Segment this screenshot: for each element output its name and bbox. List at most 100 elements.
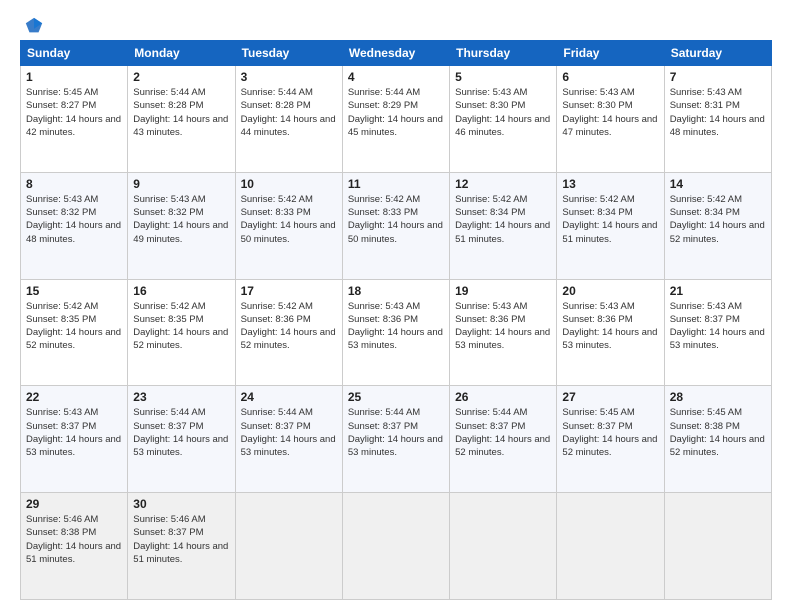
day-info: Sunrise: 5:44 AM Sunset: 8:37 PM Dayligh… — [348, 406, 444, 459]
calendar-cell: 23 Sunrise: 5:44 AM Sunset: 8:37 PM Dayl… — [128, 386, 235, 493]
day-info: Sunrise: 5:44 AM Sunset: 8:37 PM Dayligh… — [241, 406, 337, 459]
calendar-cell: 13 Sunrise: 5:42 AM Sunset: 8:34 PM Dayl… — [557, 172, 664, 279]
day-number: 7 — [670, 70, 766, 84]
calendar-table: SundayMondayTuesdayWednesdayThursdayFrid… — [20, 40, 772, 600]
calendar-cell: 20 Sunrise: 5:43 AM Sunset: 8:36 PM Dayl… — [557, 279, 664, 386]
calendar-cell: 30 Sunrise: 5:46 AM Sunset: 8:37 PM Dayl… — [128, 493, 235, 600]
day-number: 8 — [26, 177, 122, 191]
calendar-cell — [235, 493, 342, 600]
calendar-cell: 22 Sunrise: 5:43 AM Sunset: 8:37 PM Dayl… — [21, 386, 128, 493]
calendar-cell — [450, 493, 557, 600]
day-number: 25 — [348, 390, 444, 404]
day-header-thursday: Thursday — [450, 41, 557, 66]
day-info: Sunrise: 5:42 AM Sunset: 8:34 PM Dayligh… — [562, 193, 658, 246]
calendar-cell: 7 Sunrise: 5:43 AM Sunset: 8:31 PM Dayli… — [664, 66, 771, 173]
day-info: Sunrise: 5:43 AM Sunset: 8:36 PM Dayligh… — [348, 300, 444, 353]
calendar-cell: 27 Sunrise: 5:45 AM Sunset: 8:37 PM Dayl… — [557, 386, 664, 493]
calendar-cell: 8 Sunrise: 5:43 AM Sunset: 8:32 PM Dayli… — [21, 172, 128, 279]
calendar-cell: 16 Sunrise: 5:42 AM Sunset: 8:35 PM Dayl… — [128, 279, 235, 386]
calendar-cell: 24 Sunrise: 5:44 AM Sunset: 8:37 PM Dayl… — [235, 386, 342, 493]
day-info: Sunrise: 5:42 AM Sunset: 8:35 PM Dayligh… — [133, 300, 229, 353]
day-info: Sunrise: 5:42 AM Sunset: 8:33 PM Dayligh… — [348, 193, 444, 246]
day-number: 19 — [455, 284, 551, 298]
calendar-cell: 6 Sunrise: 5:43 AM Sunset: 8:30 PM Dayli… — [557, 66, 664, 173]
day-header-monday: Monday — [128, 41, 235, 66]
calendar-cell — [664, 493, 771, 600]
day-info: Sunrise: 5:46 AM Sunset: 8:37 PM Dayligh… — [133, 513, 229, 566]
day-number: 23 — [133, 390, 229, 404]
day-info: Sunrise: 5:42 AM Sunset: 8:33 PM Dayligh… — [241, 193, 337, 246]
day-number: 27 — [562, 390, 658, 404]
day-number: 16 — [133, 284, 229, 298]
calendar-cell: 4 Sunrise: 5:44 AM Sunset: 8:29 PM Dayli… — [342, 66, 449, 173]
calendar-cell — [557, 493, 664, 600]
day-info: Sunrise: 5:42 AM Sunset: 8:35 PM Dayligh… — [26, 300, 122, 353]
calendar-week-2: 8 Sunrise: 5:43 AM Sunset: 8:32 PM Dayli… — [21, 172, 772, 279]
day-info: Sunrise: 5:43 AM Sunset: 8:37 PM Dayligh… — [26, 406, 122, 459]
day-info: Sunrise: 5:43 AM Sunset: 8:36 PM Dayligh… — [455, 300, 551, 353]
day-info: Sunrise: 5:46 AM Sunset: 8:38 PM Dayligh… — [26, 513, 122, 566]
header — [20, 16, 772, 30]
calendar-cell: 28 Sunrise: 5:45 AM Sunset: 8:38 PM Dayl… — [664, 386, 771, 493]
day-number: 5 — [455, 70, 551, 84]
day-info: Sunrise: 5:42 AM Sunset: 8:36 PM Dayligh… — [241, 300, 337, 353]
day-number: 4 — [348, 70, 444, 84]
day-info: Sunrise: 5:45 AM Sunset: 8:27 PM Dayligh… — [26, 86, 122, 139]
calendar-cell: 18 Sunrise: 5:43 AM Sunset: 8:36 PM Dayl… — [342, 279, 449, 386]
day-info: Sunrise: 5:43 AM Sunset: 8:31 PM Dayligh… — [670, 86, 766, 139]
day-number: 15 — [26, 284, 122, 298]
day-header-friday: Friday — [557, 41, 664, 66]
day-number: 24 — [241, 390, 337, 404]
calendar-cell: 25 Sunrise: 5:44 AM Sunset: 8:37 PM Dayl… — [342, 386, 449, 493]
calendar-header-row: SundayMondayTuesdayWednesdayThursdayFrid… — [21, 41, 772, 66]
calendar-cell: 12 Sunrise: 5:42 AM Sunset: 8:34 PM Dayl… — [450, 172, 557, 279]
calendar-cell: 26 Sunrise: 5:44 AM Sunset: 8:37 PM Dayl… — [450, 386, 557, 493]
calendar-week-1: 1 Sunrise: 5:45 AM Sunset: 8:27 PM Dayli… — [21, 66, 772, 173]
day-info: Sunrise: 5:45 AM Sunset: 8:37 PM Dayligh… — [562, 406, 658, 459]
day-number: 21 — [670, 284, 766, 298]
day-info: Sunrise: 5:44 AM Sunset: 8:29 PM Dayligh… — [348, 86, 444, 139]
calendar-cell: 15 Sunrise: 5:42 AM Sunset: 8:35 PM Dayl… — [21, 279, 128, 386]
day-header-sunday: Sunday — [21, 41, 128, 66]
day-number: 3 — [241, 70, 337, 84]
calendar-cell: 9 Sunrise: 5:43 AM Sunset: 8:32 PM Dayli… — [128, 172, 235, 279]
calendar-cell: 21 Sunrise: 5:43 AM Sunset: 8:37 PM Dayl… — [664, 279, 771, 386]
calendar-cell: 5 Sunrise: 5:43 AM Sunset: 8:30 PM Dayli… — [450, 66, 557, 173]
calendar-week-4: 22 Sunrise: 5:43 AM Sunset: 8:37 PM Dayl… — [21, 386, 772, 493]
day-info: Sunrise: 5:43 AM Sunset: 8:32 PM Dayligh… — [133, 193, 229, 246]
calendar-body: 1 Sunrise: 5:45 AM Sunset: 8:27 PM Dayli… — [21, 66, 772, 600]
day-number: 28 — [670, 390, 766, 404]
day-info: Sunrise: 5:44 AM Sunset: 8:37 PM Dayligh… — [133, 406, 229, 459]
day-number: 14 — [670, 177, 766, 191]
day-number: 18 — [348, 284, 444, 298]
calendar-week-3: 15 Sunrise: 5:42 AM Sunset: 8:35 PM Dayl… — [21, 279, 772, 386]
day-number: 1 — [26, 70, 122, 84]
logo-flag-icon — [24, 16, 44, 36]
day-number: 17 — [241, 284, 337, 298]
day-header-tuesday: Tuesday — [235, 41, 342, 66]
day-info: Sunrise: 5:45 AM Sunset: 8:38 PM Dayligh… — [670, 406, 766, 459]
day-number: 10 — [241, 177, 337, 191]
calendar-cell: 1 Sunrise: 5:45 AM Sunset: 8:27 PM Dayli… — [21, 66, 128, 173]
page: SundayMondayTuesdayWednesdayThursdayFrid… — [0, 0, 792, 612]
day-number: 20 — [562, 284, 658, 298]
calendar-cell: 29 Sunrise: 5:46 AM Sunset: 8:38 PM Dayl… — [21, 493, 128, 600]
day-number: 22 — [26, 390, 122, 404]
calendar-cell: 17 Sunrise: 5:42 AM Sunset: 8:36 PM Dayl… — [235, 279, 342, 386]
calendar-cell: 19 Sunrise: 5:43 AM Sunset: 8:36 PM Dayl… — [450, 279, 557, 386]
day-number: 13 — [562, 177, 658, 191]
day-info: Sunrise: 5:42 AM Sunset: 8:34 PM Dayligh… — [455, 193, 551, 246]
day-info: Sunrise: 5:43 AM Sunset: 8:30 PM Dayligh… — [562, 86, 658, 139]
day-number: 2 — [133, 70, 229, 84]
day-info: Sunrise: 5:42 AM Sunset: 8:34 PM Dayligh… — [670, 193, 766, 246]
calendar-cell: 14 Sunrise: 5:42 AM Sunset: 8:34 PM Dayl… — [664, 172, 771, 279]
day-header-saturday: Saturday — [664, 41, 771, 66]
day-info: Sunrise: 5:44 AM Sunset: 8:28 PM Dayligh… — [133, 86, 229, 139]
day-number: 12 — [455, 177, 551, 191]
calendar-cell: 3 Sunrise: 5:44 AM Sunset: 8:28 PM Dayli… — [235, 66, 342, 173]
day-info: Sunrise: 5:43 AM Sunset: 8:37 PM Dayligh… — [670, 300, 766, 353]
day-info: Sunrise: 5:43 AM Sunset: 8:36 PM Dayligh… — [562, 300, 658, 353]
day-info: Sunrise: 5:44 AM Sunset: 8:28 PM Dayligh… — [241, 86, 337, 139]
day-number: 26 — [455, 390, 551, 404]
day-number: 6 — [562, 70, 658, 84]
